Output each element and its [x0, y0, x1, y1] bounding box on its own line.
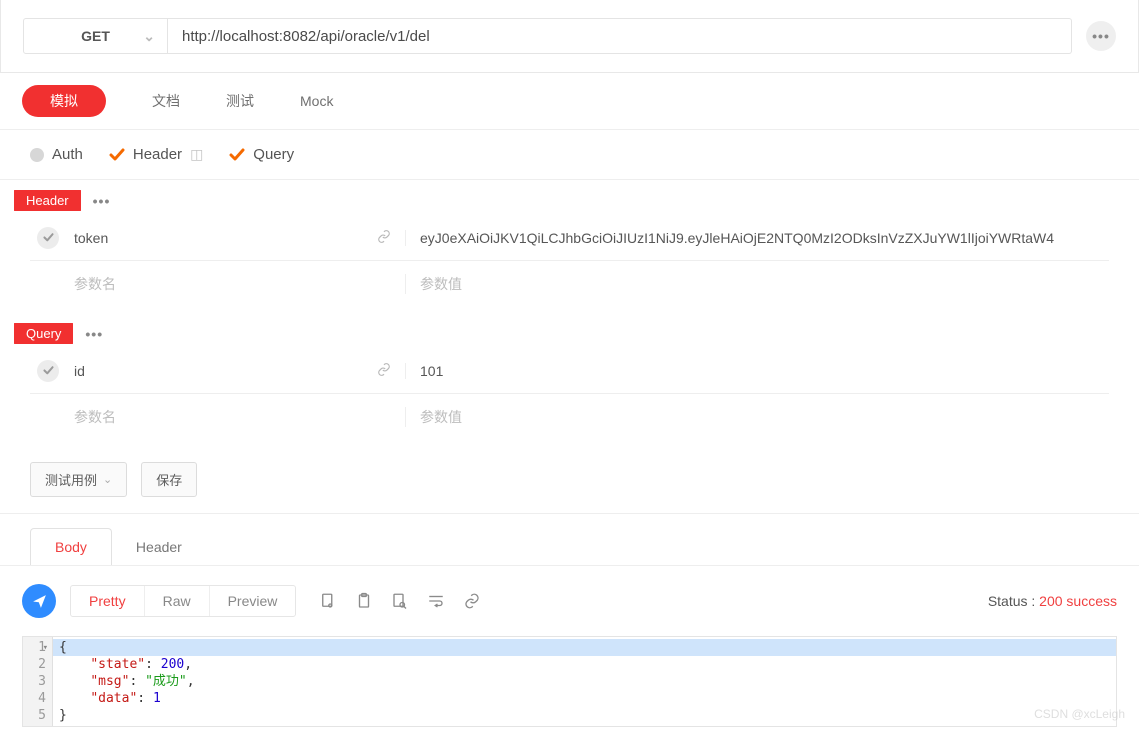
response-body: 1▾ 2 3 4 5 { "state": 200, "msg": "成功", … [22, 636, 1117, 727]
ellipsis-icon[interactable]: ••• [85, 326, 103, 342]
check-circle-icon [37, 227, 59, 249]
row-toggle[interactable] [30, 360, 66, 382]
send-button[interactable] [22, 584, 56, 618]
link-icon[interactable] [462, 591, 482, 611]
resp-tab-body[interactable]: Body [30, 528, 112, 565]
param-name-placeholder[interactable]: 参数名 [66, 274, 406, 294]
resp-tab-header[interactable]: Header [111, 528, 207, 565]
section-query: Query ••• [0, 313, 1139, 344]
fold-icon[interactable]: ▾ [43, 640, 48, 657]
line-gutter: 1▾ 2 3 4 5 [23, 637, 53, 726]
more-button[interactable]: ••• [1086, 21, 1116, 51]
header-badge: Header [14, 190, 81, 211]
section-header: Header ••• [0, 180, 1139, 211]
subtab-auth-label: Auth [52, 146, 83, 163]
cube-icon: ◫ [190, 146, 203, 163]
param-value[interactable]: eyJ0eXAiOiJKV1QiLCJhbGciOiJIUzI1NiJ9.eyJ… [406, 230, 1109, 246]
link-icon[interactable] [377, 362, 391, 379]
status-text: Status : 200 success [988, 593, 1117, 609]
check-circle-icon [37, 360, 59, 382]
subtab-header[interactable]: Header ◫ [109, 146, 203, 163]
subtab-query[interactable]: Query [229, 146, 294, 163]
header-params-table: token eyJ0eXAiOiJKV1QiLCJhbGciOiJIUzI1Ni… [0, 211, 1139, 313]
subtab-header-label: Header [133, 146, 182, 163]
param-value[interactable]: 101 [406, 363, 1109, 379]
request-bar: GET ⌄ ••• [0, 0, 1139, 73]
chevron-down-icon: ⌄ [103, 473, 112, 486]
ellipsis-icon: ••• [1092, 28, 1110, 44]
row-toggle[interactable] [30, 227, 66, 249]
main-tabs: 模拟 文档 测试 Mock [0, 73, 1139, 130]
tab-test[interactable]: 测试 [226, 91, 254, 111]
query-params-table: id 101 参数名 参数值 [0, 344, 1139, 446]
subtab-query-label: Query [253, 146, 294, 163]
response-tools [318, 591, 482, 611]
param-value-placeholder[interactable]: 参数值 [406, 274, 1109, 294]
method-select[interactable]: GET ⌄ [23, 18, 168, 54]
link-icon[interactable] [377, 229, 391, 246]
tab-mockapi[interactable]: Mock [300, 93, 333, 109]
copy-icon[interactable] [318, 591, 338, 611]
clipboard-icon[interactable] [354, 591, 374, 611]
check-icon [229, 147, 245, 163]
view-pretty[interactable]: Pretty [71, 586, 145, 616]
view-preview[interactable]: Preview [210, 586, 296, 616]
response-toolbar: Pretty Raw Preview Status : 200 success [0, 565, 1139, 636]
tab-doc[interactable]: 文档 [152, 91, 180, 111]
table-row: token eyJ0eXAiOiJKV1QiLCJhbGciOiJIUzI1Ni… [30, 215, 1109, 261]
url-input[interactable] [168, 18, 1072, 54]
wrap-icon[interactable] [426, 591, 446, 611]
table-row: id 101 [30, 348, 1109, 394]
tab-mock[interactable]: 模拟 [22, 85, 106, 117]
view-mode-tabs: Pretty Raw Preview [70, 585, 296, 617]
param-type-tabs: Auth Header ◫ Query [0, 130, 1139, 180]
subtab-auth[interactable]: Auth [30, 146, 83, 163]
response-tabs: Body Header [0, 514, 1139, 565]
table-row: 参数名 参数值 [30, 261, 1109, 307]
param-name[interactable]: token [66, 230, 406, 246]
chevron-down-icon: ⌄ [143, 28, 155, 45]
method-value: GET [81, 28, 110, 44]
action-buttons: 测试用例 ⌄ 保存 [0, 446, 1139, 514]
ellipsis-icon[interactable]: ••• [93, 193, 111, 209]
send-icon [31, 593, 48, 610]
code-content[interactable]: { "state": 200, "msg": "成功", "data": 1 } [53, 637, 1116, 726]
query-badge: Query [14, 323, 73, 344]
table-row: 参数名 参数值 [30, 394, 1109, 440]
status-value: 200 success [1039, 593, 1117, 609]
dot-unchecked-icon [30, 148, 44, 162]
search-icon[interactable] [390, 591, 410, 611]
save-button[interactable]: 保存 [141, 462, 197, 497]
param-name[interactable]: id [66, 363, 406, 379]
param-name-placeholder[interactable]: 参数名 [66, 407, 406, 427]
view-raw[interactable]: Raw [145, 586, 210, 616]
check-icon [109, 147, 125, 163]
param-value-placeholder[interactable]: 参数值 [406, 407, 1109, 427]
testcase-button[interactable]: 测试用例 ⌄ [30, 462, 127, 497]
